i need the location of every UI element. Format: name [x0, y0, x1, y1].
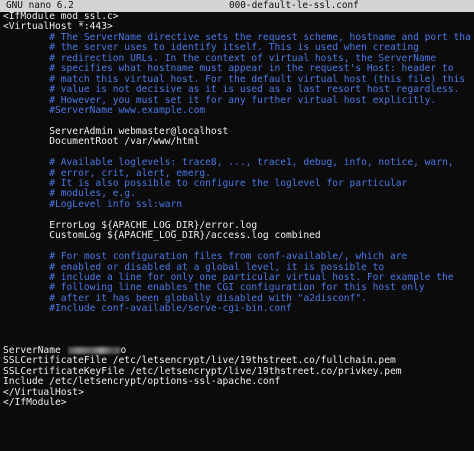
editor-line[interactable]: DocumentRoot /var/www/html: [3, 137, 471, 147]
editor-line-text: #ServerName www.example.com: [3, 104, 206, 116]
editor-line-text: DocumentRoot /var/www/html: [3, 136, 200, 148]
editor-line-text: # Available loglevels: trace8, ..., trac…: [3, 157, 454, 169]
editor-line-text: Include /etc/letsencrypt/options-ssl-apa…: [3, 376, 281, 388]
editor-line-text: SSLCertificateFile /etc/letsencrypt/live…: [3, 355, 396, 367]
editor-line-text: SSLCertificateKeyFile /etc/letsencrypt/l…: [3, 365, 402, 377]
editor-line-text: # following line enables the CGI configu…: [3, 282, 425, 294]
editor-line[interactable]: CustomLog ${APACHE_LOG_DIR}/access.log c…: [3, 230, 471, 242]
editor-line-text: # the server uses to identify itself. Th…: [3, 42, 419, 54]
editor-line[interactable]: </IfModule>: [3, 397, 471, 409]
editor-app-name: GNU nano 6.2: [6, 0, 74, 11]
editor-line-text: # However, you must set it for any furth…: [3, 94, 437, 106]
editor-line-text: #LogLevel info ssl:warn: [3, 198, 183, 210]
editor-line[interactable]: [3, 325, 471, 335]
editor-line[interactable]: [3, 336, 471, 346]
editor-line-text: # after it has been globally disabled wi…: [3, 292, 367, 304]
editor-line-text: ErrorLog ${APACHE_LOG_DIR}/error.log: [3, 219, 258, 231]
editor-line-text: CustomLog ${APACHE_LOG_DIR}/access.log c…: [3, 230, 321, 242]
editor-line[interactable]: #ServerName www.example.com: [3, 104, 471, 116]
editor-line-text: # specifies what hostname must appear in…: [3, 63, 454, 75]
editor-line-text: # redirection URLs. In the context of vi…: [3, 52, 437, 64]
open-file-name: 000-default-le-ssl.conf: [229, 0, 359, 11]
editor-line-text: #Include conf-available/serve-cgi-bin.co…: [3, 303, 292, 315]
text-editor-area[interactable]: <IfModule mod_ssl.c> <VirtualHost *:443> …: [3, 12, 471, 451]
editor-line-text: # It is also possible to configure the l…: [3, 178, 408, 189]
editor-line[interactable]: #LogLevel info ssl:warn: [3, 198, 471, 210]
editor-line-text: # include a line for only one particular…: [3, 271, 454, 283]
editor-line-text: <VirtualHost *:443>: [3, 21, 113, 33]
editor-line[interactable]: #Include conf-available/serve-cgi-bin.co…: [3, 304, 471, 314]
editor-line-text: # error, crit, alert, emerg.: [3, 167, 211, 179]
editor-line-text: ServerName: [3, 345, 67, 356]
editor-line[interactable]: </VirtualHost>: [3, 386, 471, 398]
editor-line[interactable]: [3, 315, 471, 325]
editor-line-text: </VirtualHost>: [3, 386, 84, 398]
editor-line-text: # The ServerName directive sets the requ…: [3, 31, 471, 43]
editor-line-text: ServerAdmin webmaster@localhost: [3, 125, 229, 137]
nano-title-bar: GNU nano 6.2 000-default-le-ssl.conf: [0, 0, 474, 12]
editor-line-text: # modules, e.g.: [3, 188, 136, 200]
redacted-hostname: [67, 346, 120, 354]
editor-line-text: # enabled or disabled at a global level,…: [3, 261, 385, 273]
editor-line-text: # For most configuration files from conf…: [3, 251, 408, 263]
editor-line-text: </IfModule>: [3, 397, 67, 409]
editor-line-text: # value is not decisive as it is used as…: [3, 84, 460, 96]
redacted-suffix: o: [120, 345, 127, 356]
editor-line-text: # match this virtual host. For the defau…: [3, 73, 466, 85]
